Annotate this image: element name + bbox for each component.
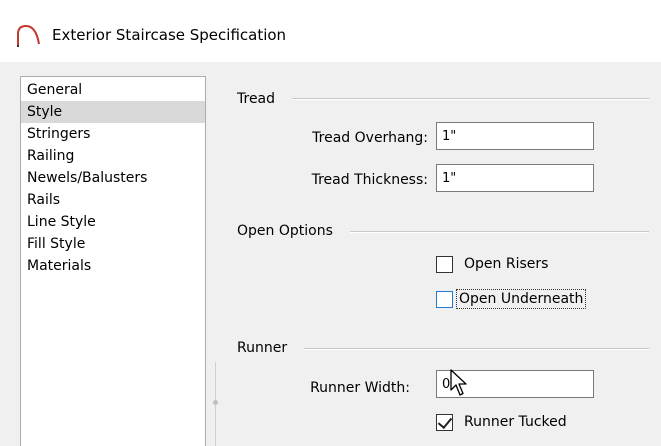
tread-thickness-input[interactable] — [436, 164, 594, 192]
open-underneath-checkbox-row[interactable]: Open Underneath — [436, 288, 587, 310]
category-item-style[interactable]: Style — [21, 101, 205, 123]
runner-group-label: Runner — [237, 339, 294, 357]
category-item-general[interactable]: General — [21, 79, 205, 101]
runner-width-label: Runner Width: — [310, 380, 410, 396]
category-item-newels-balusters[interactable]: Newels/Balusters — [21, 167, 205, 189]
open-options-group-label: Open Options — [237, 222, 339, 240]
runner-tucked-checkbox[interactable] — [436, 413, 453, 431]
open-underneath-label[interactable]: Open Underneath — [455, 289, 587, 309]
splitter-grip[interactable] — [213, 400, 218, 405]
tread-thickness-label: Tread Thickness: — [311, 172, 428, 188]
tread-group-divider — [292, 98, 649, 100]
tread-overhang-input[interactable] — [436, 122, 594, 150]
open-underneath-checkbox[interactable] — [436, 290, 453, 308]
runner-tucked-checkbox-row[interactable]: Runner Tucked — [436, 411, 569, 433]
open-options-group-divider — [350, 231, 649, 233]
tread-overhang-label: Tread Overhang: — [312, 130, 428, 146]
category-item-rails[interactable]: Rails — [21, 189, 205, 211]
staircase-arch-icon — [17, 24, 40, 47]
dialog-body: General Style Stringers Railing Newels/B… — [0, 62, 661, 446]
pointer-arrow-icon — [450, 369, 467, 396]
category-item-railing[interactable]: Railing — [21, 145, 205, 167]
window-title: Exterior Staircase Specification — [52, 26, 287, 44]
category-item-line-style[interactable]: Line Style — [21, 211, 205, 233]
category-item-materials[interactable]: Materials — [21, 255, 205, 277]
open-risers-checkbox-row[interactable]: Open Risers — [436, 253, 550, 275]
category-item-fill-style[interactable]: Fill Style — [21, 233, 205, 255]
tread-group-label: Tread — [237, 90, 282, 108]
open-risers-label[interactable]: Open Risers — [462, 255, 550, 273]
category-item-stringers[interactable]: Stringers — [21, 123, 205, 145]
runner-group-divider — [304, 348, 649, 350]
title-bar: Exterior Staircase Specification — [0, 0, 661, 62]
runner-tucked-label[interactable]: Runner Tucked — [462, 413, 569, 431]
category-list[interactable]: General Style Stringers Railing Newels/B… — [20, 76, 206, 446]
open-risers-checkbox[interactable] — [436, 255, 453, 273]
